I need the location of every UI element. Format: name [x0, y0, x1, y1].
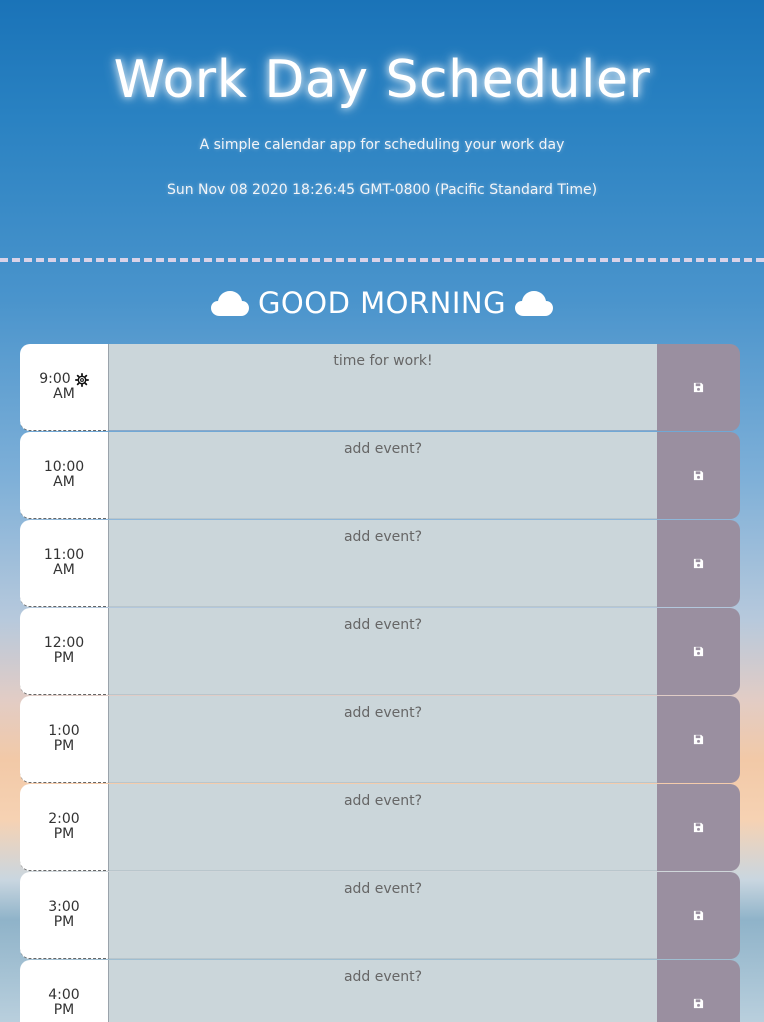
hour-label: 11:00 AM: [20, 520, 109, 607]
hour-period: PM: [53, 1002, 75, 1018]
time-block-row: 4:00 PM add event?: [20, 960, 740, 1022]
event-input[interactable]: add event?: [109, 432, 657, 519]
hour-period: PM: [53, 914, 75, 930]
hour-period: AM: [53, 562, 75, 578]
hour-label: 1:00 PM: [20, 696, 109, 783]
time-block-row: 2:00 PM add event?: [20, 784, 740, 871]
cloud-icon: [210, 289, 250, 317]
save-button[interactable]: [657, 432, 740, 519]
time-block-row: 3:00 PM add event?: [20, 872, 740, 959]
schedule-rows: 9:00 AM time for work! 10:00 AM add even…: [20, 344, 740, 1022]
save-icon: [693, 554, 704, 573]
time-block-row: 9:00 AM time for work!: [20, 344, 740, 431]
hour-time: 1:00: [48, 723, 80, 739]
hour-period: AM: [53, 386, 75, 402]
time-block-row: 1:00 PM add event?: [20, 696, 740, 783]
greeting-text: GOOD MORNING: [257, 286, 507, 320]
save-button[interactable]: [657, 344, 740, 431]
hour-time: 2:00: [48, 811, 80, 827]
hour-period: PM: [53, 738, 75, 754]
hour-label: 2:00 PM: [20, 784, 109, 871]
hour-time: 3:00: [48, 899, 80, 915]
save-button[interactable]: [657, 696, 740, 783]
event-input[interactable]: add event?: [109, 696, 657, 783]
event-input[interactable]: add event?: [109, 520, 657, 607]
hour-label: 4:00 PM: [20, 960, 109, 1022]
hour-label: 9:00 AM: [20, 344, 109, 431]
time-block-row: 11:00 AM add event?: [20, 520, 740, 607]
hour-time: 9:00: [39, 371, 71, 387]
save-button[interactable]: [657, 608, 740, 695]
save-button[interactable]: [657, 784, 740, 871]
cloud-icon: [514, 289, 554, 317]
dashed-divider: [0, 258, 764, 262]
hour-period: AM: [53, 474, 75, 490]
time-block-row: 12:00 PM add event?: [20, 608, 740, 695]
save-button[interactable]: [657, 960, 740, 1022]
event-input[interactable]: time for work!: [109, 344, 657, 431]
hour-label: 3:00 PM: [20, 872, 109, 959]
hour-period: PM: [53, 826, 75, 842]
page-subtitle: A simple calendar app for scheduling you…: [199, 137, 565, 153]
event-input[interactable]: add event?: [109, 608, 657, 695]
hour-time: 4:00: [48, 987, 80, 1003]
greeting: GOOD MORNING: [0, 286, 764, 320]
hour-time: 11:00: [43, 547, 85, 563]
save-icon: [693, 994, 704, 1013]
save-button[interactable]: [657, 872, 740, 959]
current-datetime: Sun Nov 08 2020 18:26:45 GMT-0800 (Pacif…: [166, 182, 598, 198]
save-button[interactable]: [657, 520, 740, 607]
event-input[interactable]: add event?: [109, 872, 657, 959]
save-icon: [693, 378, 704, 397]
save-icon: [693, 730, 704, 749]
save-icon: [693, 466, 704, 485]
save-icon: [693, 642, 704, 661]
save-icon: [693, 818, 704, 837]
event-input[interactable]: add event?: [109, 784, 657, 871]
header: Work Day Scheduler A simple calendar app…: [0, 0, 764, 262]
hour-label: 10:00 AM: [20, 432, 109, 519]
hour-time: 12:00: [43, 635, 85, 651]
hour-label: 12:00 PM: [20, 608, 109, 695]
hour-period: PM: [53, 650, 75, 666]
event-input[interactable]: add event?: [109, 960, 657, 1022]
time-block-row: 10:00 AM add event?: [20, 432, 740, 519]
page-title: Work Day Scheduler: [113, 50, 651, 110]
save-icon: [693, 906, 704, 925]
hour-time: 10:00: [43, 459, 85, 475]
gear-icon[interactable]: [74, 372, 89, 387]
